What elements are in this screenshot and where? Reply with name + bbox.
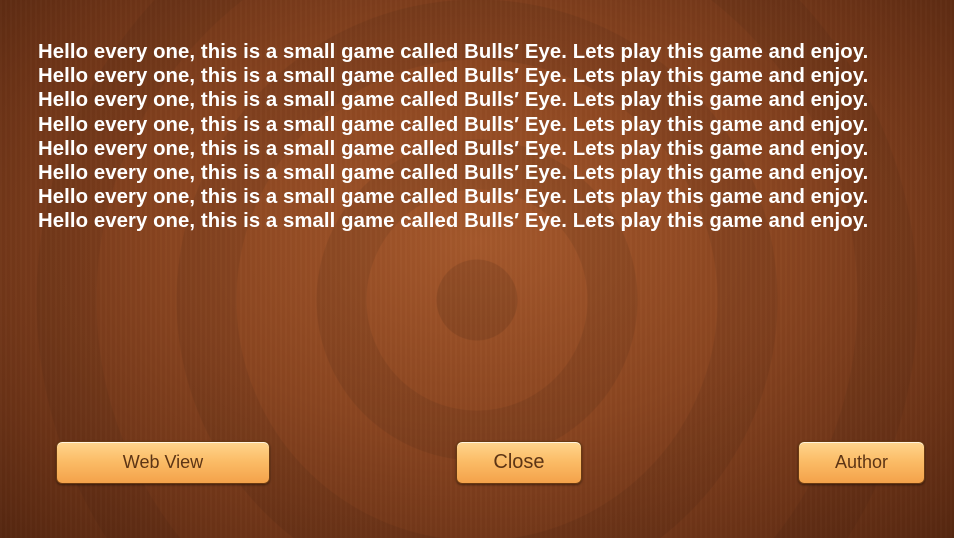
close-button[interactable]: Close (456, 441, 582, 484)
author-button[interactable]: Author (798, 441, 925, 484)
web-view-button[interactable]: Web View (56, 441, 270, 484)
about-text: Hello every one, this is a small game ca… (38, 41, 869, 233)
